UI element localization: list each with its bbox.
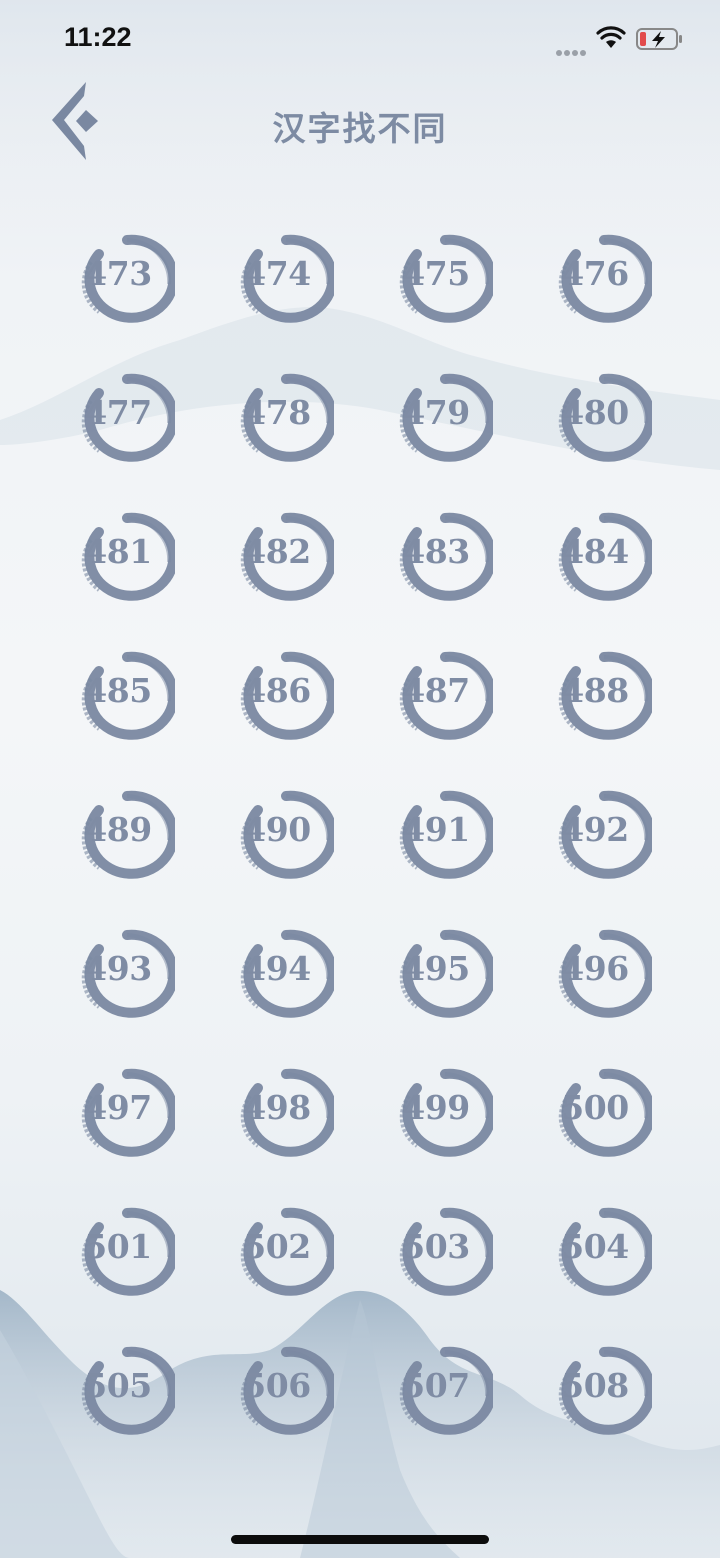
- level-button[interactable]: 477: [38, 357, 197, 496]
- level-button[interactable]: 481: [38, 496, 197, 635]
- level-button[interactable]: 479: [356, 357, 515, 496]
- level-number: 474: [243, 254, 311, 293]
- level-button[interactable]: 492: [515, 774, 674, 913]
- level-button[interactable]: 494: [197, 913, 356, 1052]
- level-number: 492: [561, 810, 629, 849]
- level-number: 494: [243, 949, 311, 988]
- level-number: 502: [243, 1227, 311, 1266]
- level-button[interactable]: 504: [515, 1191, 674, 1330]
- level-button[interactable]: 474: [197, 218, 356, 357]
- level-button[interactable]: 483: [356, 496, 515, 635]
- level-number: 497: [84, 1088, 152, 1127]
- level-button[interactable]: 507: [356, 1330, 515, 1469]
- level-grid: 473 474 475 476 477 478 479 480 481 482 483 484 485 4…: [38, 218, 682, 1469]
- level-number: 498: [243, 1088, 311, 1127]
- level-button[interactable]: 491: [356, 774, 515, 913]
- level-number: 478: [243, 393, 311, 432]
- level-button[interactable]: 498: [197, 1052, 356, 1191]
- nav-bar: 汉字找不同: [0, 82, 720, 166]
- level-number: 486: [243, 671, 311, 710]
- level-button[interactable]: 482: [197, 496, 356, 635]
- level-number: 504: [561, 1227, 629, 1266]
- level-number: 490: [243, 810, 311, 849]
- level-number: 480: [561, 393, 629, 432]
- level-number: 508: [561, 1366, 629, 1405]
- level-number: 499: [402, 1088, 470, 1127]
- level-button[interactable]: 487: [356, 635, 515, 774]
- level-number: 489: [84, 810, 152, 849]
- level-number: 501: [84, 1227, 152, 1266]
- level-button[interactable]: 506: [197, 1330, 356, 1469]
- level-number: 505: [84, 1366, 152, 1405]
- level-number: 500: [561, 1088, 629, 1127]
- signal-dots-icon: [556, 41, 590, 56]
- level-number: 488: [561, 671, 629, 710]
- level-button[interactable]: 485: [38, 635, 197, 774]
- level-button[interactable]: 476: [515, 218, 674, 357]
- level-button[interactable]: 473: [38, 218, 197, 357]
- level-number: 476: [561, 254, 629, 293]
- home-indicator[interactable]: [231, 1535, 489, 1544]
- level-number: 477: [84, 393, 152, 432]
- level-number: 496: [561, 949, 629, 988]
- level-button[interactable]: 489: [38, 774, 197, 913]
- level-button[interactable]: 486: [197, 635, 356, 774]
- level-number: 495: [402, 949, 470, 988]
- level-button[interactable]: 505: [38, 1330, 197, 1469]
- level-button[interactable]: 488: [515, 635, 674, 774]
- level-number: 483: [402, 532, 470, 571]
- level-number: 473: [84, 254, 152, 293]
- level-button[interactable]: 502: [197, 1191, 356, 1330]
- level-button[interactable]: 484: [515, 496, 674, 635]
- level-number: 475: [402, 254, 470, 293]
- battery-charging-icon: [636, 28, 682, 50]
- level-button[interactable]: 497: [38, 1052, 197, 1191]
- level-number: 507: [402, 1366, 470, 1405]
- wifi-icon: [596, 26, 626, 48]
- level-button[interactable]: 499: [356, 1052, 515, 1191]
- level-button[interactable]: 501: [38, 1191, 197, 1330]
- status-bar: 11:22: [0, 0, 720, 80]
- level-number: 491: [402, 810, 470, 849]
- level-number: 484: [561, 532, 629, 571]
- level-number: 503: [402, 1227, 470, 1266]
- level-number: 479: [402, 393, 470, 432]
- level-number: 493: [84, 949, 152, 988]
- level-number: 481: [84, 532, 152, 571]
- level-number: 485: [84, 671, 152, 710]
- level-button[interactable]: 475: [356, 218, 515, 357]
- level-button[interactable]: 495: [356, 913, 515, 1052]
- level-number: 482: [243, 532, 311, 571]
- level-button[interactable]: 500: [515, 1052, 674, 1191]
- level-button[interactable]: 478: [197, 357, 356, 496]
- level-button[interactable]: 496: [515, 913, 674, 1052]
- status-time: 11:22: [64, 22, 132, 52]
- level-button[interactable]: 480: [515, 357, 674, 496]
- level-button[interactable]: 503: [356, 1191, 515, 1330]
- level-number: 506: [243, 1366, 311, 1405]
- level-number: 487: [402, 671, 470, 710]
- level-button[interactable]: 508: [515, 1330, 674, 1469]
- page-title: 汉字找不同: [272, 109, 448, 148]
- level-button[interactable]: 493: [38, 913, 197, 1052]
- level-button[interactable]: 490: [197, 774, 356, 913]
